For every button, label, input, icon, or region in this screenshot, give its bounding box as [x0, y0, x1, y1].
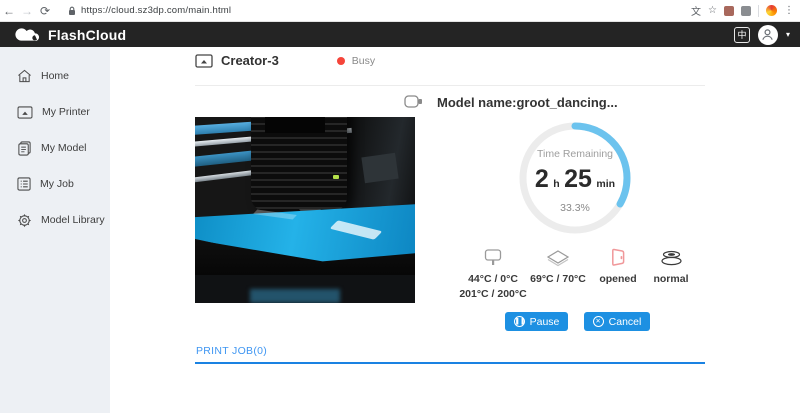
time-remaining-ring: Time Remaining 2 h 25 min 33.3%: [515, 118, 635, 238]
door-status: opened: [588, 273, 648, 285]
sidebar-item-label: My Job: [40, 178, 74, 190]
extruder-top: [265, 117, 325, 133]
sidebar-item-home[interactable]: Home: [0, 58, 110, 94]
status-dot: [337, 57, 345, 65]
minutes-value: 25: [564, 165, 592, 193]
hours-unit: h: [553, 178, 559, 190]
pause-label: Pause: [530, 316, 560, 328]
browser-menu-icon[interactable]: ⋮: [784, 5, 794, 16]
flashcloud-logo-icon: [14, 26, 42, 43]
user-icon: [761, 28, 774, 41]
time-remaining-value: 2 h 25 min: [515, 165, 635, 194]
reflection: [250, 289, 340, 303]
filament-status: normal: [642, 273, 700, 285]
tab-underline: [195, 362, 705, 364]
translate-icon[interactable]: 文: [691, 3, 701, 18]
sidebar-item-label: Home: [41, 70, 69, 82]
time-remaining-label: Time Remaining: [515, 148, 635, 160]
header-right: 中 ▾: [734, 25, 800, 45]
camera-toggle-icon[interactable]: [404, 94, 423, 114]
minutes-unit: min: [596, 178, 615, 190]
sidebar-item-label: My Printer: [42, 106, 90, 118]
model-name: Model name:groot_dancing...: [437, 95, 618, 110]
app-header: FlashCloud 中 ▾: [0, 22, 800, 47]
sidebar-item-my-printer[interactable]: My Printer: [0, 94, 110, 130]
sidebar-item-label: Model Library: [41, 214, 105, 226]
sidebar-item-my-job[interactable]: My Job: [0, 166, 110, 202]
platform-icon: [518, 247, 598, 267]
pause-button[interactable]: ❚❚ Pause: [505, 312, 568, 331]
avatar[interactable]: [758, 25, 778, 45]
status-badge: Busy: [352, 55, 375, 67]
cancel-icon: ✕: [593, 316, 604, 327]
progress-percent: 33.3%: [515, 202, 635, 214]
url-text: https://cloud.sz3dp.com/main.html: [81, 5, 231, 16]
status-filament: normal: [642, 247, 700, 285]
model-library-icon: [17, 213, 32, 228]
brand-name: FlashCloud: [48, 27, 126, 43]
browser-reload-icon[interactable]: ⟳: [36, 4, 54, 18]
extruder-led: [333, 175, 339, 179]
tab-print-job[interactable]: PRINT JOB(0): [196, 345, 267, 357]
sidebar: Home My Printer My Model My Job Model Li…: [0, 47, 110, 413]
status-platform: 69°C / 70°C: [518, 247, 598, 285]
device-printer-icon: [195, 54, 213, 68]
printer-icon: [17, 106, 33, 119]
printer-part: [361, 153, 398, 183]
device-name: Creator-3: [221, 53, 279, 68]
sidebar-item-my-model[interactable]: My Model: [0, 130, 110, 166]
cancel-button[interactable]: ✕ Cancel: [584, 312, 650, 331]
platform-temps: 69°C / 70°C: [518, 273, 598, 285]
browser-toolbar-right: 文 ☆ ⋮: [691, 3, 800, 18]
screen: ← → ⟳ https://cloud.sz3dp.com/main.html …: [0, 0, 800, 413]
toolbar-divider: [758, 5, 759, 17]
cancel-label: Cancel: [609, 316, 642, 328]
padlock-icon: [68, 6, 76, 16]
extension-icon[interactable]: [724, 6, 734, 16]
hours-value: 2: [535, 165, 549, 193]
extension-colorful-icon[interactable]: [766, 5, 777, 16]
pause-icon: ❚❚: [514, 316, 525, 327]
extruder-temps-2: 201°C / 200°C: [450, 288, 536, 300]
account-caret-icon[interactable]: ▾: [786, 30, 790, 39]
home-icon: [17, 69, 32, 83]
extension-icon-2[interactable]: [741, 6, 751, 16]
divider: [195, 85, 705, 86]
status-door: opened: [588, 247, 648, 285]
address-bar[interactable]: https://cloud.sz3dp.com/main.html: [62, 3, 582, 19]
browser-chrome: ← → ⟳ https://cloud.sz3dp.com/main.html …: [0, 0, 800, 22]
browser-forward-icon[interactable]: →: [18, 4, 36, 18]
camera-feed: [195, 117, 415, 303]
device-header: Creator-3 Busy: [195, 53, 375, 68]
documents-icon: [17, 141, 32, 156]
door-icon: [588, 247, 648, 267]
language-toggle-button[interactable]: 中: [734, 27, 750, 43]
sidebar-item-model-library[interactable]: Model Library: [0, 202, 110, 238]
browser-back-icon[interactable]: ←: [0, 4, 18, 18]
job-list-icon: [17, 177, 31, 191]
filament-spool-icon: [642, 247, 700, 267]
brand: FlashCloud: [0, 26, 126, 43]
sidebar-item-label: My Model: [41, 142, 87, 154]
bookmark-star-icon[interactable]: ☆: [708, 5, 717, 16]
